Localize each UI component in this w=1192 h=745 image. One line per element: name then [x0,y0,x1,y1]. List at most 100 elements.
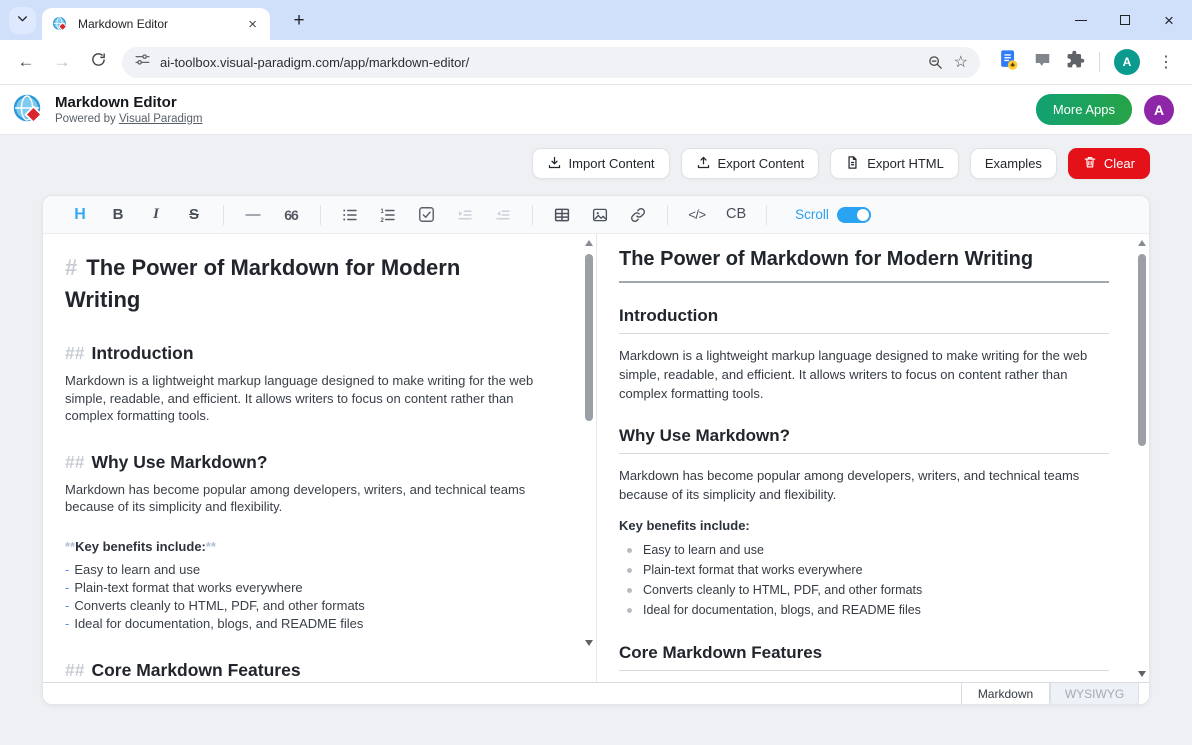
new-tab-button[interactable]: + [286,8,312,34]
toolbar-divider [532,205,533,225]
export-html-label: Export HTML [867,156,944,171]
source-bold-line: **Key benefits include:** [65,538,556,556]
preview-h1: The Power of Markdown for Modern Writing [619,246,1109,283]
bold-marker: ** [206,539,216,554]
tab-search-button[interactable] [9,7,36,34]
markdown-source-pane[interactable]: #The Power of Markdown for Modern Writin… [43,234,596,682]
toggle-switch-on[interactable] [837,207,871,223]
source-intro-paragraph: Markdown is a lightweight markup languag… [65,372,556,425]
preview-content: The Power of Markdown for Modern Writing… [597,234,1149,682]
url-text: ai-toolbox.visual-paradigm.com/app/markd… [160,55,917,70]
source-why-heading-text: Why Use Markdown? [91,452,267,472]
source-list-item: -Plain-text format that works everywhere [65,579,556,597]
export-content-label: Export Content [718,156,805,171]
list-marker: - [65,598,69,613]
reload-button[interactable] [80,51,116,73]
list-marker: - [65,562,69,577]
visual-paradigm-link[interactable]: Visual Paradigm [119,113,203,125]
tab-title: Markdown Editor [78,17,245,31]
scroll-up-arrow[interactable] [1138,240,1146,246]
task-list-button[interactable] [417,205,436,224]
import-content-button[interactable]: Import Content [532,148,670,179]
browser-menu-icon[interactable]: ⋮ [1154,52,1178,72]
scrollbar-thumb[interactable] [1138,254,1146,446]
extensions-puzzle-icon[interactable] [1066,50,1085,74]
indent-button[interactable] [456,206,474,224]
minimize-icon [1075,20,1087,21]
preview-scrollbar[interactable] [1135,234,1149,682]
browser-window: Markdown Editor × + × ← → ai-toolbox.vis… [0,0,1192,745]
table-button[interactable] [553,206,571,224]
tab-markdown[interactable]: Markdown [961,683,1050,705]
blockquote-button[interactable]: 66 [282,208,300,222]
bold-button[interactable]: B [109,207,127,222]
outdent-button[interactable] [494,206,512,224]
toolbar-divider [766,205,767,225]
browser-tab[interactable]: Markdown Editor × [42,8,270,40]
h2-marker: ## [65,343,84,363]
export-content-button[interactable]: Export Content [681,148,820,179]
inline-code-button[interactable]: </> [688,208,706,221]
source-core-heading-text: Core Markdown Features [91,660,300,680]
ordered-list-button[interactable]: 12 [379,206,397,224]
comment-bubble-icon[interactable] [1033,51,1052,74]
maximize-button[interactable] [1118,13,1132,27]
examples-label: Examples [985,156,1042,171]
scroll-label: Scroll [795,207,829,222]
toggle-knob [857,209,869,221]
preview-why-paragraph: Markdown has become popular among develo… [619,466,1109,504]
toolbar-divider [223,205,224,225]
browser-toolbar: ← → ai-toolbox.visual-paradigm.com/app/m… [0,40,1192,85]
preview-h2-core: Core Markdown Features [619,642,1109,671]
image-button[interactable] [591,206,609,224]
scroll-down-arrow[interactable] [1138,671,1146,677]
clear-button[interactable]: Clear [1068,148,1150,179]
scroll-up-arrow[interactable] [585,240,593,246]
scroll-sync-toggle[interactable]: Scroll [795,207,871,223]
markdown-source-content: #The Power of Markdown for Modern Writin… [43,234,596,682]
powered-by-text: Powered by [55,113,116,125]
h2-marker: ## [65,452,84,472]
italic-button[interactable]: I [147,207,165,222]
source-h1-text: The Power of Markdown for Modern Writing [65,255,460,312]
source-h1: #The Power of Markdown for Modern Writin… [65,252,530,316]
zoom-icon[interactable] [927,54,944,71]
export-html-button[interactable]: Export HTML [830,148,959,179]
heading-button[interactable]: H [71,207,89,223]
examples-button[interactable]: Examples [970,148,1057,179]
source-list-item: -Easy to learn and use [65,561,556,579]
action-button-row: Import Content Export Content Export HTM… [0,135,1192,179]
list-marker: - [65,580,69,595]
address-bar[interactable]: ai-toolbox.visual-paradigm.com/app/markd… [122,47,980,78]
bullet-list-button[interactable] [341,206,359,224]
list-marker: - [65,616,69,631]
link-button[interactable] [629,206,647,224]
scroll-down-arrow[interactable] [585,640,593,646]
back-button[interactable]: ← [8,52,44,72]
window-close-button[interactable]: × [1162,13,1176,27]
tab-wysiwyg[interactable]: WYSIWYG [1050,683,1139,705]
horizontal-rule-button[interactable]: — [244,207,262,222]
bookmark-star-icon[interactable]: ☆ [954,52,968,72]
site-settings-icon[interactable] [134,51,151,73]
forward-button[interactable]: → [44,52,80,72]
account-avatar[interactable]: A [1144,95,1174,125]
source-benefit-list: -Easy to learn and use -Plain-text forma… [65,561,556,633]
tab-close-icon[interactable]: × [245,17,260,32]
docs-offline-icon[interactable] [998,49,1019,76]
maximize-icon [1120,15,1130,25]
formatting-toolbar: H B I S — 66 12 [43,196,1149,234]
upload-icon [696,155,711,173]
browser-extension-icons: A ⋮ [998,49,1178,76]
source-why-paragraph: Markdown has become popular among develo… [65,481,556,516]
source-list-item-text: Easy to learn and use [74,562,200,577]
strikethrough-button[interactable]: S [185,207,203,222]
browser-profile-avatar[interactable]: A [1114,49,1140,75]
markdown-editor-card: H B I S — 66 12 [42,195,1150,705]
more-apps-button[interactable]: More Apps [1036,94,1132,125]
scrollbar-thumb[interactable] [585,254,593,421]
editor-scrollbar[interactable] [582,234,596,682]
minimize-button[interactable] [1074,13,1088,27]
toolbar-separator [1099,52,1100,72]
code-block-button[interactable]: CB [726,207,746,222]
